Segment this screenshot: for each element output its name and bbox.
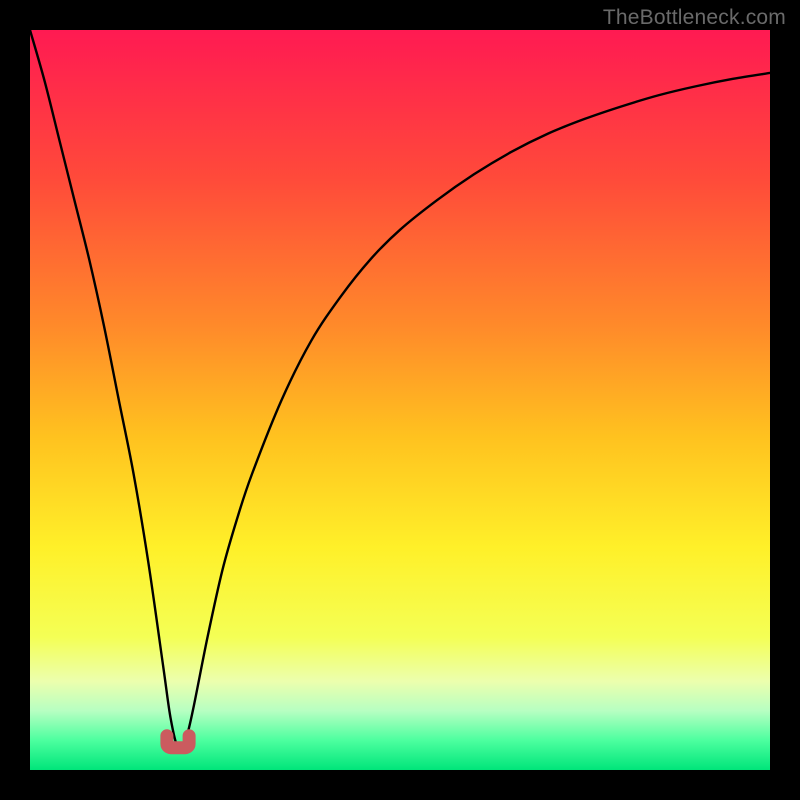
plot-area — [30, 30, 770, 770]
bottleneck-curve — [30, 30, 770, 770]
chart-frame: TheBottleneck.com — [0, 0, 800, 800]
watermark-text: TheBottleneck.com — [603, 6, 786, 30]
